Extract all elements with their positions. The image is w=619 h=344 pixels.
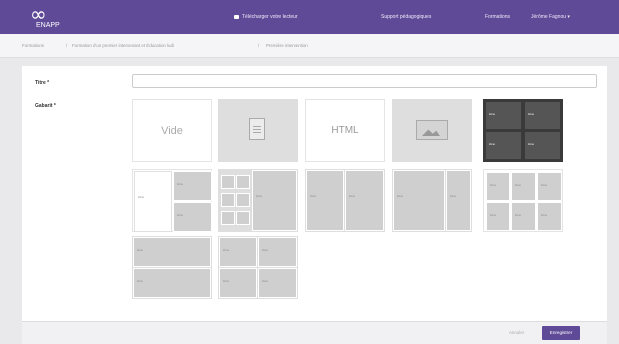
zone-label: Zone [515, 213, 521, 217]
template-zone: Zone [511, 172, 536, 201]
image-icon [416, 120, 448, 140]
template-image[interactable] [392, 99, 472, 162]
zone-label: Zone [541, 213, 547, 217]
template-zone: Zone [134, 171, 172, 232]
save-button[interactable]: Enregistrer [542, 326, 580, 340]
zone-label: Zone [541, 183, 547, 187]
zone-label: Zone [138, 195, 144, 199]
template-html[interactable]: HTML [305, 99, 385, 162]
template-zone [236, 193, 250, 207]
template-zone: Zone [219, 268, 257, 298]
zone-label: Zone [262, 280, 268, 284]
zone-label: Zone [349, 194, 355, 198]
template-two-rows[interactable]: Zone Zone [132, 236, 212, 299]
zone-label: Zone [137, 280, 143, 284]
logo[interactable]: ∞ ENAPP [30, 4, 64, 30]
zone-label: Zone [490, 183, 496, 187]
breadcrumb-formation[interactable]: Formation d'un premier intervenant et Éd… [72, 34, 174, 57]
title-label: Titre * [35, 80, 50, 86]
top-navbar: ∞ ENAPP Télécharger votre lecteur Suppor… [0, 0, 619, 34]
template-zone: Zone [524, 131, 561, 160]
template-document[interactable] [218, 99, 298, 162]
template-zone: Zone [252, 170, 297, 231]
template-empty[interactable]: Vide [132, 99, 212, 162]
template-zone: Zone [393, 170, 445, 231]
template-grid-2x2[interactable]: Zone Zone Zone Zone [218, 236, 298, 299]
zone-label: Zone [450, 194, 456, 198]
template-zone: Zone [345, 170, 384, 231]
user-menu[interactable]: Jérôme Fagnou ▾ [531, 0, 570, 34]
logo-mark-icon: ∞ [30, 2, 47, 26]
template-zone: Zone [133, 268, 211, 298]
zone-label: Zone [223, 280, 229, 284]
logo-text: ENAPP [36, 22, 60, 29]
zone-label: Zone [489, 142, 495, 146]
cancel-link[interactable]: Annuler [509, 322, 524, 344]
form-footer: Annuler Enregistrer [22, 321, 607, 344]
template-zone: Zone [219, 237, 257, 267]
breadcrumb-formations[interactable]: Formations [22, 34, 44, 57]
download-player-label: Télécharger votre lecteur [242, 14, 298, 20]
template-zone: Zone [511, 202, 536, 231]
breadcrumb-separator: / [258, 43, 260, 48]
template-zone: Zone [537, 202, 562, 231]
zone-label: Zone [528, 112, 534, 116]
template-small-grid-left[interactable]: Zone [218, 169, 298, 232]
template-left-two-right[interactable]: Zone Zone Zone [132, 169, 212, 232]
breadcrumb-current: Première intervention [266, 43, 308, 48]
template-zone: Zone [446, 170, 471, 231]
zone-label: Zone [310, 194, 316, 198]
zone-label: Zone [177, 214, 183, 218]
template-grid-3x2[interactable]: Zone Zone Zone Zone Zone Zone [483, 169, 563, 232]
template-zone: Zone [537, 172, 562, 201]
template-zone: Zone [485, 131, 522, 160]
template-zone: Zone [524, 101, 561, 130]
template-grid-2x2-dark[interactable]: Zone Zone Zone Zone [483, 99, 563, 162]
zone-label: Zone [256, 194, 262, 198]
template-label: Gabarit * [35, 103, 56, 109]
template-zone: Zone [258, 237, 297, 267]
zone-label: Zone [528, 142, 534, 146]
zone-label: Zone [262, 249, 268, 253]
template-empty-label: Vide [161, 125, 183, 137]
template-zone [221, 193, 235, 207]
template-zone: Zone [486, 172, 510, 201]
template-zone [221, 211, 235, 225]
template-zone: Zone [133, 237, 211, 267]
formations-link[interactable]: Formations [485, 0, 510, 34]
download-player-link[interactable]: Télécharger votre lecteur [234, 0, 298, 34]
template-html-label: HTML [331, 125, 359, 136]
document-icon [249, 118, 265, 140]
zone-label: Zone [489, 112, 495, 116]
zone-label: Zone [515, 183, 521, 187]
template-zone [236, 211, 250, 225]
zone-label: Zone [397, 194, 403, 198]
template-two-columns[interactable]: Zone Zone [305, 169, 385, 232]
template-zone [221, 175, 235, 189]
template-zone: Zone [173, 171, 212, 201]
template-zone: Zone [258, 268, 297, 298]
download-icon [234, 14, 239, 19]
template-wide-narrow[interactable]: Zone Zone [392, 169, 472, 232]
support-link[interactable]: Support pédagogiques [381, 0, 431, 34]
template-zone: Zone [485, 101, 522, 130]
title-input[interactable] [132, 74, 597, 88]
zone-label: Zone [223, 249, 229, 253]
breadcrumb: Formations / Formation d'un premier inte… [0, 34, 619, 58]
form-panel: Titre * Gabarit * Vide HTML Zone Zone Zo… [22, 66, 607, 321]
zone-label: Zone [177, 183, 183, 187]
template-zone [236, 175, 250, 189]
breadcrumb-separator: / [66, 43, 68, 48]
zone-label: Zone [490, 213, 496, 217]
template-zone: Zone [306, 170, 344, 231]
template-zone: Zone [173, 202, 212, 232]
zone-label: Zone [137, 249, 143, 253]
template-zone: Zone [486, 202, 510, 231]
